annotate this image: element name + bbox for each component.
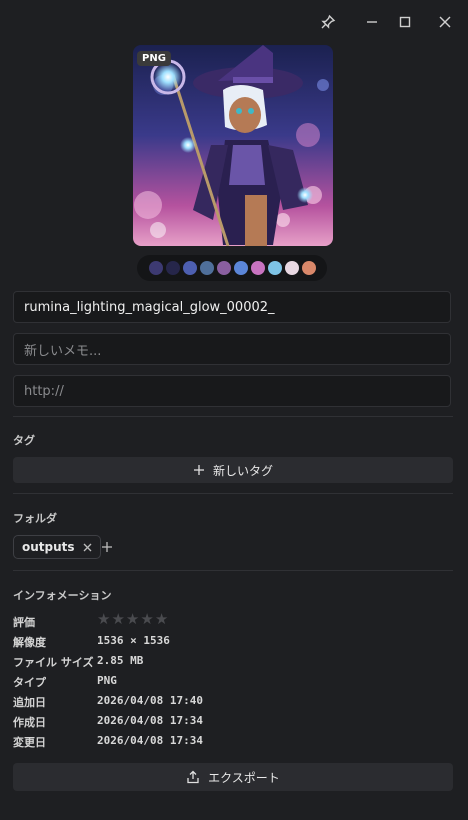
title-bar <box>0 0 468 44</box>
info-value: 2.85 MB <box>97 654 144 667</box>
info-value: 2026/04/08 17:34 <box>97 714 203 727</box>
maximize-icon[interactable] <box>393 10 417 34</box>
folders-section-title: フォルダ <box>13 512 57 525</box>
color-swatch[interactable] <box>301 261 316 275</box>
name-field-value: rumina_lighting_magical_glow_00002_ <box>24 299 275 315</box>
remove-folder-icon[interactable] <box>83 543 92 552</box>
divider <box>13 570 453 571</box>
info-value: PNG <box>97 674 117 687</box>
color-swatch[interactable] <box>267 261 282 275</box>
info-label: 解像度 <box>13 636 46 649</box>
color-swatch[interactable] <box>182 261 197 275</box>
info-row-rating: 評価 ★ ★ ★ ★ ★ <box>13 612 453 632</box>
divider <box>13 416 453 417</box>
url-field-placeholder: http:// <box>24 383 64 399</box>
export-button[interactable]: エクスポート <box>13 763 453 791</box>
folder-chip-outputs[interactable]: outputs <box>13 535 101 559</box>
info-value: 2026/04/08 17:40 <box>97 694 203 707</box>
info-label: ファイル サイズ <box>13 656 94 669</box>
new-tag-button[interactable]: 新しいタグ <box>13 457 453 483</box>
info-row-resolution: 解像度 1536 × 1536 <box>13 634 453 652</box>
info-row-type: タイプ PNG <box>13 674 453 692</box>
tags-section-title: タグ <box>13 434 35 447</box>
image-preview[interactable]: PNG <box>133 45 333 246</box>
color-palette <box>137 255 327 281</box>
url-field[interactable]: http:// <box>13 375 451 407</box>
add-folder-button[interactable] <box>98 538 116 556</box>
info-section-title: インフォメーション <box>13 589 112 602</box>
info-label: 変更日 <box>13 736 46 749</box>
export-label: エクスポート <box>208 770 280 785</box>
info-label: タイプ <box>13 676 46 689</box>
new-tag-label: 新しいタグ <box>212 463 273 478</box>
memo-field-placeholder: 新しいメモ... <box>24 343 102 359</box>
info-label: 作成日 <box>13 716 46 729</box>
star-icon[interactable]: ★ <box>97 612 110 627</box>
color-swatch[interactable] <box>250 261 265 275</box>
info-value: 2026/04/08 17:34 <box>97 734 203 747</box>
witch-illustration <box>133 45 333 246</box>
name-field[interactable]: rumina_lighting_magical_glow_00002_ <box>13 291 451 323</box>
info-row-created: 作成日 2026/04/08 17:34 <box>13 714 453 732</box>
folder-chip-label: outputs <box>22 540 75 554</box>
star-icon[interactable]: ★ <box>126 612 139 627</box>
star-icon[interactable]: ★ <box>155 612 168 627</box>
plus-icon <box>193 465 204 475</box>
plus-icon <box>102 542 112 552</box>
format-badge: PNG <box>137 51 171 66</box>
info-row-added: 追加日 2026/04/08 17:40 <box>13 694 453 712</box>
color-swatch[interactable] <box>284 261 299 275</box>
divider <box>13 493 453 494</box>
star-icon[interactable]: ★ <box>111 612 124 627</box>
color-swatch[interactable] <box>165 261 180 275</box>
info-row-file-size: ファイル サイズ 2.85 MB <box>13 654 453 672</box>
memo-field[interactable]: 新しいメモ... <box>13 333 451 365</box>
pin-icon[interactable] <box>316 10 340 34</box>
minimize-icon[interactable] <box>360 10 384 34</box>
color-swatch[interactable] <box>216 261 231 275</box>
rating-stars[interactable]: ★ ★ ★ ★ ★ <box>97 612 168 627</box>
info-label: 評価 <box>13 616 35 629</box>
upload-icon <box>187 770 199 784</box>
info-label: 追加日 <box>13 696 46 709</box>
color-swatch[interactable] <box>199 261 214 275</box>
color-swatch[interactable] <box>233 261 248 275</box>
star-icon[interactable]: ★ <box>140 612 153 627</box>
info-row-modified: 変更日 2026/04/08 17:34 <box>13 734 453 752</box>
info-value: 1536 × 1536 <box>97 634 170 647</box>
color-swatch[interactable] <box>148 261 163 275</box>
close-icon[interactable] <box>433 10 457 34</box>
